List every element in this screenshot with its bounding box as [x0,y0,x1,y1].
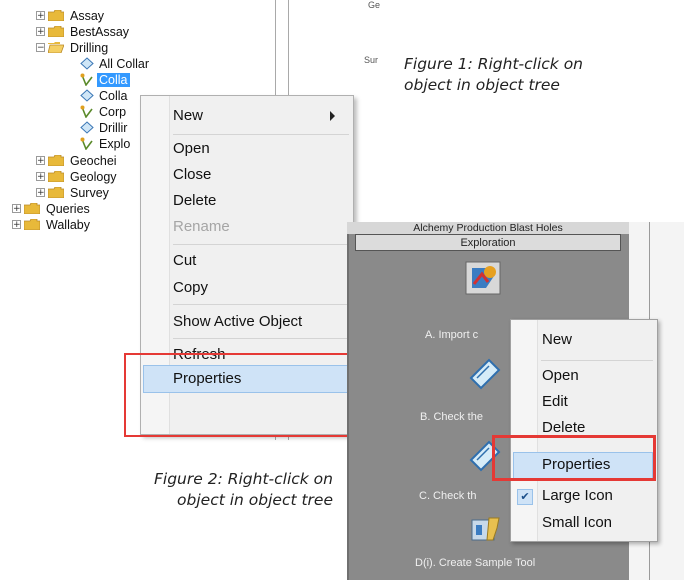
diamond-object-icon [80,89,94,102]
tool-label[interactable]: C. Check th [419,490,476,502]
tree-node-label: All Collar [99,56,150,71]
drillhole-object-icon [80,137,94,150]
caption-line: object in object tree [404,76,560,94]
menu-item-label: New [173,107,204,124]
menu-gutter [511,320,538,541]
caption-line: object in object tree [177,491,333,509]
tool-label[interactable]: A. Import c [425,329,478,341]
menu-item-open[interactable]: Open [173,136,210,162]
sample-tool-icon[interactable] [469,514,503,549]
tree-node-label: Queries [46,201,90,216]
tree-node-assay[interactable]: + Assay [36,7,106,24]
highlight-box [492,435,656,481]
figure-caption: Figure 1: Right-click on object in objec… [404,54,583,96]
folder-icon [48,171,64,182]
menu-separator [173,304,349,305]
side-label: Sur [364,55,379,65]
tree-node-label: Geochei [70,153,117,168]
submenu-arrow-icon [330,111,335,121]
check-icon: ✔ [517,489,533,505]
tree-node-label: Colla [97,72,130,87]
menu-item-delete[interactable]: Delete [542,419,585,436]
tree-node-exploration[interactable]: Explo [80,135,132,152]
tree-node-label: Geology [70,169,117,184]
menu-separator [173,338,349,339]
menu-item-close[interactable]: Close [173,162,211,188]
tree-node-survey[interactable]: + Survey [36,184,111,201]
expand-icon[interactable]: + [36,156,45,166]
diamond-object-icon [80,57,94,70]
tree-node-bestassay[interactable]: + BestAssay [36,23,131,40]
menu-item-cut[interactable]: Cut [173,248,196,274]
tool-label[interactable]: D(i). Create Sample Tool [415,557,535,569]
tree-node-queries[interactable]: + Queries [12,200,92,217]
tool-label[interactable]: B. Check the [420,411,483,423]
menu-item-show-active-object[interactable]: Show Active Object [173,309,302,335]
folder-icon [24,203,40,214]
menu-item-open[interactable]: Open [542,367,579,384]
panel-header: Alchemy Production Blast Holes [347,222,629,234]
menu-item-rename[interactable]: Rename [173,214,230,240]
folder-icon [48,10,64,21]
tree-node-label: Drillir [99,120,128,135]
panel-title-tab[interactable]: Exploration [355,234,621,251]
tree-node-collar-selected[interactable]: Colla [80,71,130,88]
explorer-panel-figure: Alchemy Production Blast Holes Explorati… [347,222,684,580]
side-label: Ge [368,0,381,10]
import-tool-icon[interactable] [464,260,502,301]
menu-separator [541,360,653,361]
tree-node-label: BestAssay [70,24,130,39]
expand-icon[interactable]: + [12,220,21,230]
menu-item-edit[interactable]: Edit [542,393,568,410]
menu-item-large-icon[interactable]: Large Icon [542,487,613,504]
tree-node-geology[interactable]: + Geology [36,168,119,185]
menu-item-new[interactable]: New [173,103,345,129]
tree-node-drilling[interactable]: − Drilling [36,39,110,56]
tree-node-label: Assay [70,8,105,23]
tree-node-label: Wallaby [46,217,90,232]
folder-open-icon [48,42,64,53]
tree-node-label: Drilling [70,40,109,55]
folder-icon [48,26,64,37]
menu-separator [173,134,349,135]
expand-icon[interactable]: + [12,204,21,214]
caption-line: Figure 1: Right-click on [404,55,584,73]
drillhole-object-icon [80,73,94,86]
tree-node-label: Survey [70,185,109,200]
panel-border [347,222,349,580]
check-tool-icon[interactable] [467,356,503,395]
menu-item-delete[interactable]: Delete [173,188,216,214]
menu-separator [173,244,349,245]
drillhole-object-icon [80,105,94,118]
tree-node-corp[interactable]: Corp [80,103,128,120]
tree-node-wallaby[interactable]: + Wallaby [12,216,92,233]
folder-icon [24,219,40,230]
expand-icon[interactable]: + [36,172,45,182]
tree-node-drilling-obj[interactable]: Drillir [80,119,129,136]
expand-icon[interactable]: + [36,11,45,21]
tree-node-collar[interactable]: Colla [80,87,130,104]
expand-icon[interactable]: + [36,27,45,37]
tree-node-label: Corp [99,104,127,119]
folder-icon [48,187,64,198]
expand-icon[interactable]: + [36,188,45,198]
figure-caption: Figure 2: Right-click on object in objec… [88,469,333,511]
menu-item-copy[interactable]: Copy [173,275,208,301]
tool-context-menu: New Open Edit Delete Properties ✔ Large … [510,319,658,542]
collapse-icon[interactable]: − [36,43,45,53]
menu-item-small-icon[interactable]: Small Icon [542,514,612,531]
tree-node-label: Explo [99,136,131,151]
caption-line: Figure 2: Right-click on [153,470,333,488]
tree-node-label: Colla [99,88,128,103]
diamond-object-icon [80,121,94,134]
folder-icon [48,155,64,166]
tree-node-geochem[interactable]: + Geochei [36,152,119,169]
menu-item-new[interactable]: New [542,331,572,348]
tree-node-all-collar[interactable]: All Collar [80,55,151,72]
